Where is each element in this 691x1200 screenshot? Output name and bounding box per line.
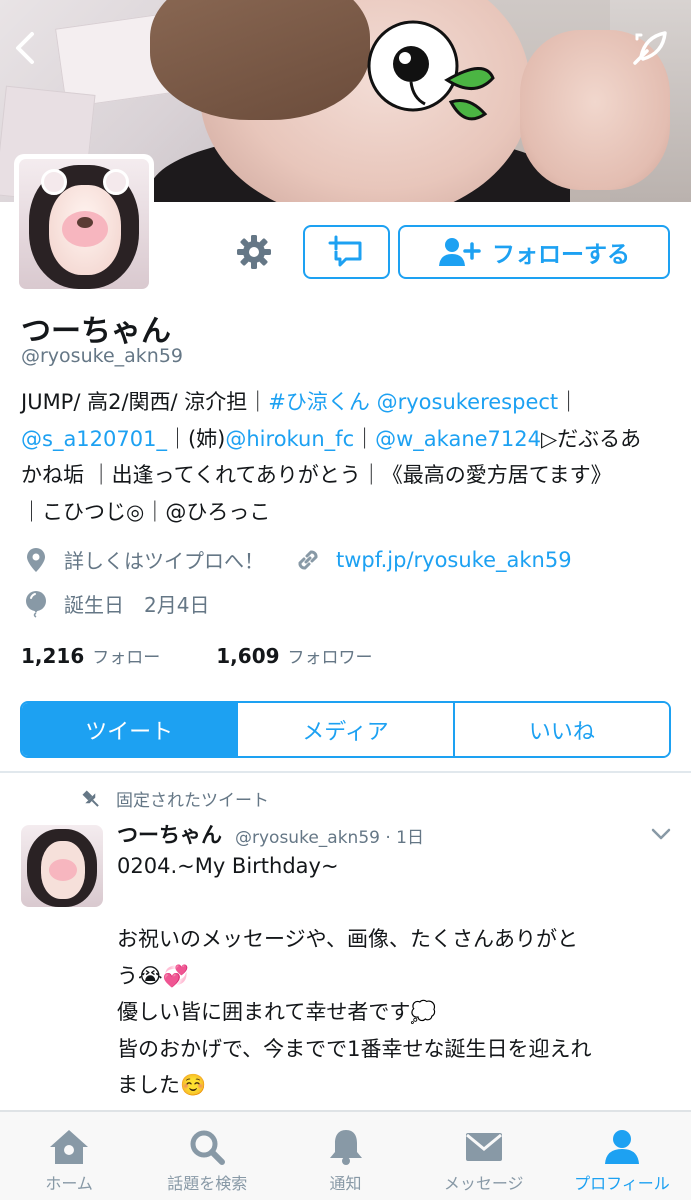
mail-icon xyxy=(465,1133,502,1161)
bottom-tab-bar: ホーム 話題を検索 通知 メッセージ プロフィール xyxy=(0,1110,691,1200)
tab-media[interactable]: メディア xyxy=(236,703,453,756)
tabbar-home-label: ホーム xyxy=(45,1174,93,1193)
profile-bio: JUMP/ 高2/関西/ 涼介担｜#ひ涼くん @ryosukerespect｜ @… xyxy=(21,384,676,530)
pin-icon xyxy=(82,790,99,807)
profile-name: つーちゃん xyxy=(21,314,171,349)
bio-text: ｜ xyxy=(558,390,580,414)
tweet-author-name[interactable]: つーちゃん xyxy=(117,819,222,849)
back-button[interactable] xyxy=(6,28,46,68)
profile-tabs: ツイート メディア いいね xyxy=(20,701,671,758)
tabbar-messages-label: メッセージ xyxy=(443,1174,524,1193)
followers-link[interactable]: 1,609 フォロワー xyxy=(216,643,372,668)
chevron-left-icon xyxy=(16,32,34,64)
balloon-icon xyxy=(22,590,50,618)
following-link[interactable]: 1,216 フォロー xyxy=(21,643,160,668)
tabbar-notifications-label: 通知 xyxy=(329,1174,362,1193)
tweet-line: ました☺️ xyxy=(117,1073,207,1097)
hair xyxy=(150,0,370,120)
bio-text: ▷だぶるあ xyxy=(541,426,642,451)
doodle-sticker xyxy=(367,20,495,121)
avatar-ear xyxy=(41,169,67,195)
avatar-image xyxy=(19,159,149,289)
pinned-label: 固定されたツイート xyxy=(116,791,269,811)
edit-button[interactable] xyxy=(626,24,674,72)
add-to-list-button[interactable] xyxy=(303,225,390,279)
profile-birthday-row: 誕生日 2月4日 xyxy=(22,589,209,618)
tweet-line: お祝いのメッセージや、画像、たくさんありがと xyxy=(117,927,578,951)
bio-line: ｜こひつじ◎｜@ひろっこ xyxy=(21,494,676,531)
gear-icon xyxy=(237,235,271,269)
bio-text: ｜(姉) xyxy=(166,426,226,451)
person-icon xyxy=(604,1130,639,1164)
tabbar-profile[interactable]: プロフィール xyxy=(553,1112,691,1200)
bio-line: @s_a120701_｜(姉)@hirokun_fc｜@w_akane7124▷… xyxy=(21,421,676,458)
divider xyxy=(0,771,691,773)
tweet-line: 0204.~My Birthday~ xyxy=(117,854,339,878)
quill-icon xyxy=(633,31,667,65)
follow-counts: 1,216 フォロー 1,609 フォロワー xyxy=(21,643,373,668)
follow-button-label: フォローする xyxy=(492,242,630,268)
add-to-list-icon xyxy=(328,235,361,267)
bio-text: かね垢 ｜出逢ってくれてありがとう｜《最高の愛方居てます》 xyxy=(21,463,612,487)
following-label: フォロー xyxy=(92,648,161,668)
bio-link[interactable]: @hirokun_fc xyxy=(225,427,354,451)
bio-link[interactable]: @ryosukerespect xyxy=(377,390,559,414)
bio-link[interactable]: @s_a120701_ xyxy=(21,427,167,451)
profile-location: 詳しくはツイプロへ！ xyxy=(64,549,264,573)
following-count: 1,216 xyxy=(21,644,85,668)
chevron-down-icon xyxy=(651,828,671,840)
avatar-sticker-nose xyxy=(49,859,77,881)
tabbar-home[interactable]: ホーム xyxy=(0,1112,138,1200)
bio-text: JUMP/ 高2/関西/ 涼介担｜ xyxy=(21,390,269,414)
tweet-line xyxy=(117,885,667,922)
avatar-ear xyxy=(103,169,129,195)
tabbar-search[interactable]: 話題を検索 xyxy=(138,1112,276,1200)
bio-line: JUMP/ 高2/関西/ 涼介担｜#ひ涼くん @ryosukerespect｜ xyxy=(21,384,676,421)
tweet-author-meta: @ryosuke_akn59 · 1日 xyxy=(235,828,424,848)
tweet-menu-button[interactable] xyxy=(650,826,672,845)
follow-button[interactable]: フォローする xyxy=(398,225,670,279)
tweet-text: 0204.~My Birthday~ お祝いのメッセージや、画像、たくさんありが… xyxy=(117,848,667,1104)
profile-handle: @ryosuke_akn59 xyxy=(21,345,184,367)
profile-meta-row: 詳しくはツイプロへ！ twpf.jp/ryosuke_akn59 xyxy=(22,545,572,574)
tabbar-notifications[interactable]: 通知 xyxy=(276,1112,414,1200)
profile-birthday: 誕生日 2月4日 xyxy=(64,593,210,617)
followers-label: フォロワー xyxy=(287,648,373,668)
tab-tweets[interactable]: ツイート xyxy=(22,703,237,756)
tweet-author-avatar[interactable] xyxy=(21,825,103,907)
pinned-indicator: 固定されたツイート xyxy=(80,786,269,811)
link-icon xyxy=(294,546,322,574)
tweet-line: 優しい皆に囲まれて幸せ者です💭 xyxy=(117,1000,437,1024)
tabbar-messages[interactable]: メッセージ xyxy=(415,1112,553,1200)
bio-text: ｜こひつじ◎｜@ひろっこ xyxy=(21,499,271,524)
tweet-line: 皆のおかげで、今までで1番幸せな誕生日を迎えれ xyxy=(117,1036,592,1061)
bio-text: ｜ xyxy=(354,426,376,451)
avatar-sticker-nose xyxy=(62,211,108,247)
settings-button[interactable] xyxy=(234,232,274,272)
tweet-line: う😭💞 xyxy=(117,963,189,988)
followers-count: 1,609 xyxy=(216,644,280,668)
bio-text xyxy=(370,390,377,414)
bio-link[interactable]: #ひ涼くん xyxy=(268,390,370,414)
tabbar-profile-label: プロフィール xyxy=(574,1174,670,1193)
add-person-icon xyxy=(439,238,481,266)
tab-likes[interactable]: いいね xyxy=(452,703,669,756)
tabbar-search-label: 話題を検索 xyxy=(167,1174,248,1193)
location-pin-icon xyxy=(22,546,50,574)
home-icon xyxy=(50,1130,89,1164)
profile-website-link[interactable]: twpf.jp/ryosuke_akn59 xyxy=(336,548,572,572)
profile-avatar[interactable] xyxy=(14,154,154,294)
bio-link[interactable]: @w_akane7124 xyxy=(375,427,541,451)
bio-line: かね垢 ｜出逢ってくれてありがとう｜《最高の愛方居てます》 xyxy=(21,457,676,494)
bell-icon xyxy=(329,1130,362,1165)
search-icon xyxy=(190,1130,226,1165)
